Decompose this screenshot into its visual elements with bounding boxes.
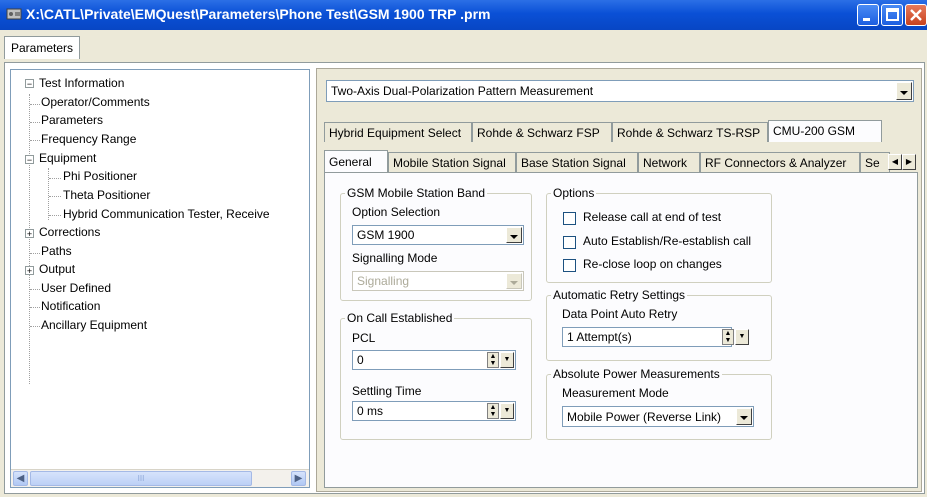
measurement-mode-label: Measurement Mode — [562, 386, 669, 400]
auto-establish-checkbox[interactable] — [563, 236, 576, 249]
tab-rf-connectors-analyzer[interactable]: RF Connectors & Analyzer — [700, 152, 860, 172]
pcl-dropdown-icon[interactable]: ▼ — [500, 352, 514, 368]
tree-item-hybrid-communication-tester[interactable]: Hybrid Communication Tester, Receive — [63, 207, 270, 221]
absolute-power-title: Absolute Power Measurements — [551, 367, 722, 381]
tab-parameters[interactable]: Parameters — [4, 36, 81, 59]
tree-item-corrections[interactable]: Corrections — [39, 225, 100, 239]
tree-item-ancillary-equipment[interactable]: Ancillary Equipment — [41, 318, 147, 332]
measurement-type-value: Two-Axis Dual-Polarization Pattern Measu… — [331, 84, 594, 98]
signalling-mode-label: Signalling Mode — [352, 251, 438, 265]
expand-output-icon[interactable]: + — [25, 266, 34, 276]
close-icon — [910, 9, 922, 21]
option-selection-label: Option Selection — [352, 205, 441, 219]
reclose-loop-checkbox[interactable] — [563, 259, 576, 272]
tab-base-station-signal[interactable]: Base Station Signal — [516, 152, 638, 172]
chevron-down-icon[interactable] — [736, 408, 752, 425]
retry-title: Automatic Retry Settings — [551, 288, 688, 302]
window-title: X:\CATL\Private\EMQuest\Parameters\Phone… — [26, 6, 491, 22]
auto-retry-label: Data Point Auto Retry — [562, 307, 678, 321]
collapse-equipment-icon[interactable]: − — [25, 155, 34, 165]
tree-item-equipment[interactable]: Equipment — [39, 151, 96, 165]
on-call-title: On Call Established — [345, 311, 455, 325]
chevron-down-icon[interactable] — [506, 227, 522, 243]
tree-connector-root — [29, 94, 31, 384]
pcl-label: PCL — [352, 331, 376, 345]
collapse-test-information-icon[interactable]: − — [25, 79, 34, 89]
tab-rohde-schwarz-ts-rsp[interactable]: Rohde & Schwarz TS-RSP — [612, 122, 768, 142]
tab-cmu-200-gsm[interactable]: CMU-200 GSM — [768, 120, 882, 142]
tree-horizontal-scrollbar[interactable]: ◀ III ▶ — [11, 469, 309, 487]
reclose-loop-label: Re-close loop on changes — [583, 257, 722, 271]
scroll-right-icon[interactable]: ▶ — [291, 471, 306, 486]
chevron-down-icon[interactable] — [896, 82, 912, 100]
tab-scroll-right-icon[interactable]: ▶ — [902, 154, 916, 170]
scroll-left-icon[interactable]: ◀ — [13, 471, 28, 486]
auto-retry-stepper[interactable]: 1 Attempt(s) — [562, 327, 732, 347]
tree-view[interactable]: − Test Information Operator/Comments Par… — [10, 69, 310, 488]
tree-item-phi-positioner[interactable]: Phi Positioner — [63, 169, 137, 183]
close-button[interactable] — [905, 4, 927, 26]
pcl-value: 0 — [357, 353, 364, 367]
auto-retry-dropdown-icon[interactable]: ▼ — [735, 329, 749, 345]
chevron-down-icon — [506, 273, 522, 289]
option-selection-value: GSM 1900 — [357, 228, 415, 242]
tree-connector — [49, 178, 61, 180]
auto-retry-value: 1 Attempt(s) — [567, 330, 632, 344]
measurement-type-select[interactable]: Two-Axis Dual-Polarization Pattern Measu… — [326, 80, 914, 102]
top-tab-strip: Parameters — [0, 30, 927, 62]
tree-connector — [49, 196, 61, 198]
settling-time-value: 0 ms — [357, 404, 384, 418]
option-selection-select[interactable]: GSM 1900 — [352, 225, 524, 245]
expand-corrections-icon[interactable]: + — [25, 229, 34, 239]
tree-item-paths[interactable]: Paths — [41, 244, 72, 258]
tree-item-frequency-range[interactable]: Frequency Range — [41, 132, 136, 146]
options-title: Options — [551, 186, 597, 200]
tree-connector-equipment — [48, 168, 50, 220]
gsm-band-title: GSM Mobile Station Band — [345, 186, 488, 200]
minimize-icon — [863, 18, 870, 21]
tree-item-parameters[interactable]: Parameters — [41, 113, 103, 127]
auto-retry-spin-icon[interactable]: ▲ ▼ — [722, 329, 734, 345]
signalling-mode-value: Signalling — [357, 274, 410, 288]
minimize-button[interactable] — [857, 4, 879, 26]
auto-establish-label: Auto Establish/Re-establish call — [583, 234, 752, 248]
tab-se-truncated[interactable]: Se — [860, 152, 890, 172]
tree-connector — [49, 215, 61, 217]
release-call-checkbox[interactable] — [563, 212, 576, 225]
tree-connector — [30, 307, 40, 309]
tab-general[interactable]: General — [324, 150, 388, 172]
tab-network[interactable]: Network — [638, 152, 700, 172]
tree-item-output[interactable]: Output — [39, 262, 75, 276]
tree-connector — [30, 326, 40, 328]
app-icon — [6, 8, 22, 20]
maximize-icon — [886, 8, 899, 21]
tab-rohde-schwarz-fsp[interactable]: Rohde & Schwarz FSP — [472, 122, 612, 142]
tree-item-theta-positioner[interactable]: Theta Positioner — [63, 188, 150, 202]
measurement-mode-select[interactable]: Mobile Power (Reverse Link) — [562, 406, 754, 427]
tab-scroll-left-icon[interactable]: ◀ — [888, 154, 902, 170]
tree-item-notification[interactable]: Notification — [41, 299, 100, 313]
release-call-label: Release call at end of test — [583, 210, 722, 224]
tab-hybrid-equipment-select[interactable]: Hybrid Equipment Select — [324, 122, 472, 142]
scroll-thumb[interactable]: III — [30, 471, 252, 486]
tree-connector — [30, 122, 40, 124]
settling-time-dropdown-icon[interactable]: ▼ — [500, 403, 514, 419]
pcl-spin-icon[interactable]: ▲ ▼ — [487, 352, 499, 368]
tree-connector — [30, 253, 40, 255]
tab-mobile-station-signal[interactable]: Mobile Station Signal — [388, 152, 516, 172]
title-bar: X:\CATL\Private\EMQuest\Parameters\Phone… — [0, 0, 927, 30]
tree-item-user-defined[interactable]: User Defined — [41, 281, 111, 295]
tree-connector — [30, 104, 40, 106]
signalling-mode-select: Signalling — [352, 271, 524, 291]
tree-connector — [30, 289, 40, 291]
measurement-mode-value: Mobile Power (Reverse Link) — [567, 410, 722, 424]
maximize-button[interactable] — [881, 4, 903, 26]
settling-time-spin-icon[interactable]: ▲ ▼ — [487, 403, 499, 419]
settling-time-label: Settling Time — [352, 384, 422, 398]
tree-item-operator-comments[interactable]: Operator/Comments — [41, 95, 150, 109]
tree-item-test-information[interactable]: Test Information — [39, 76, 124, 90]
tree-connector — [30, 140, 40, 142]
